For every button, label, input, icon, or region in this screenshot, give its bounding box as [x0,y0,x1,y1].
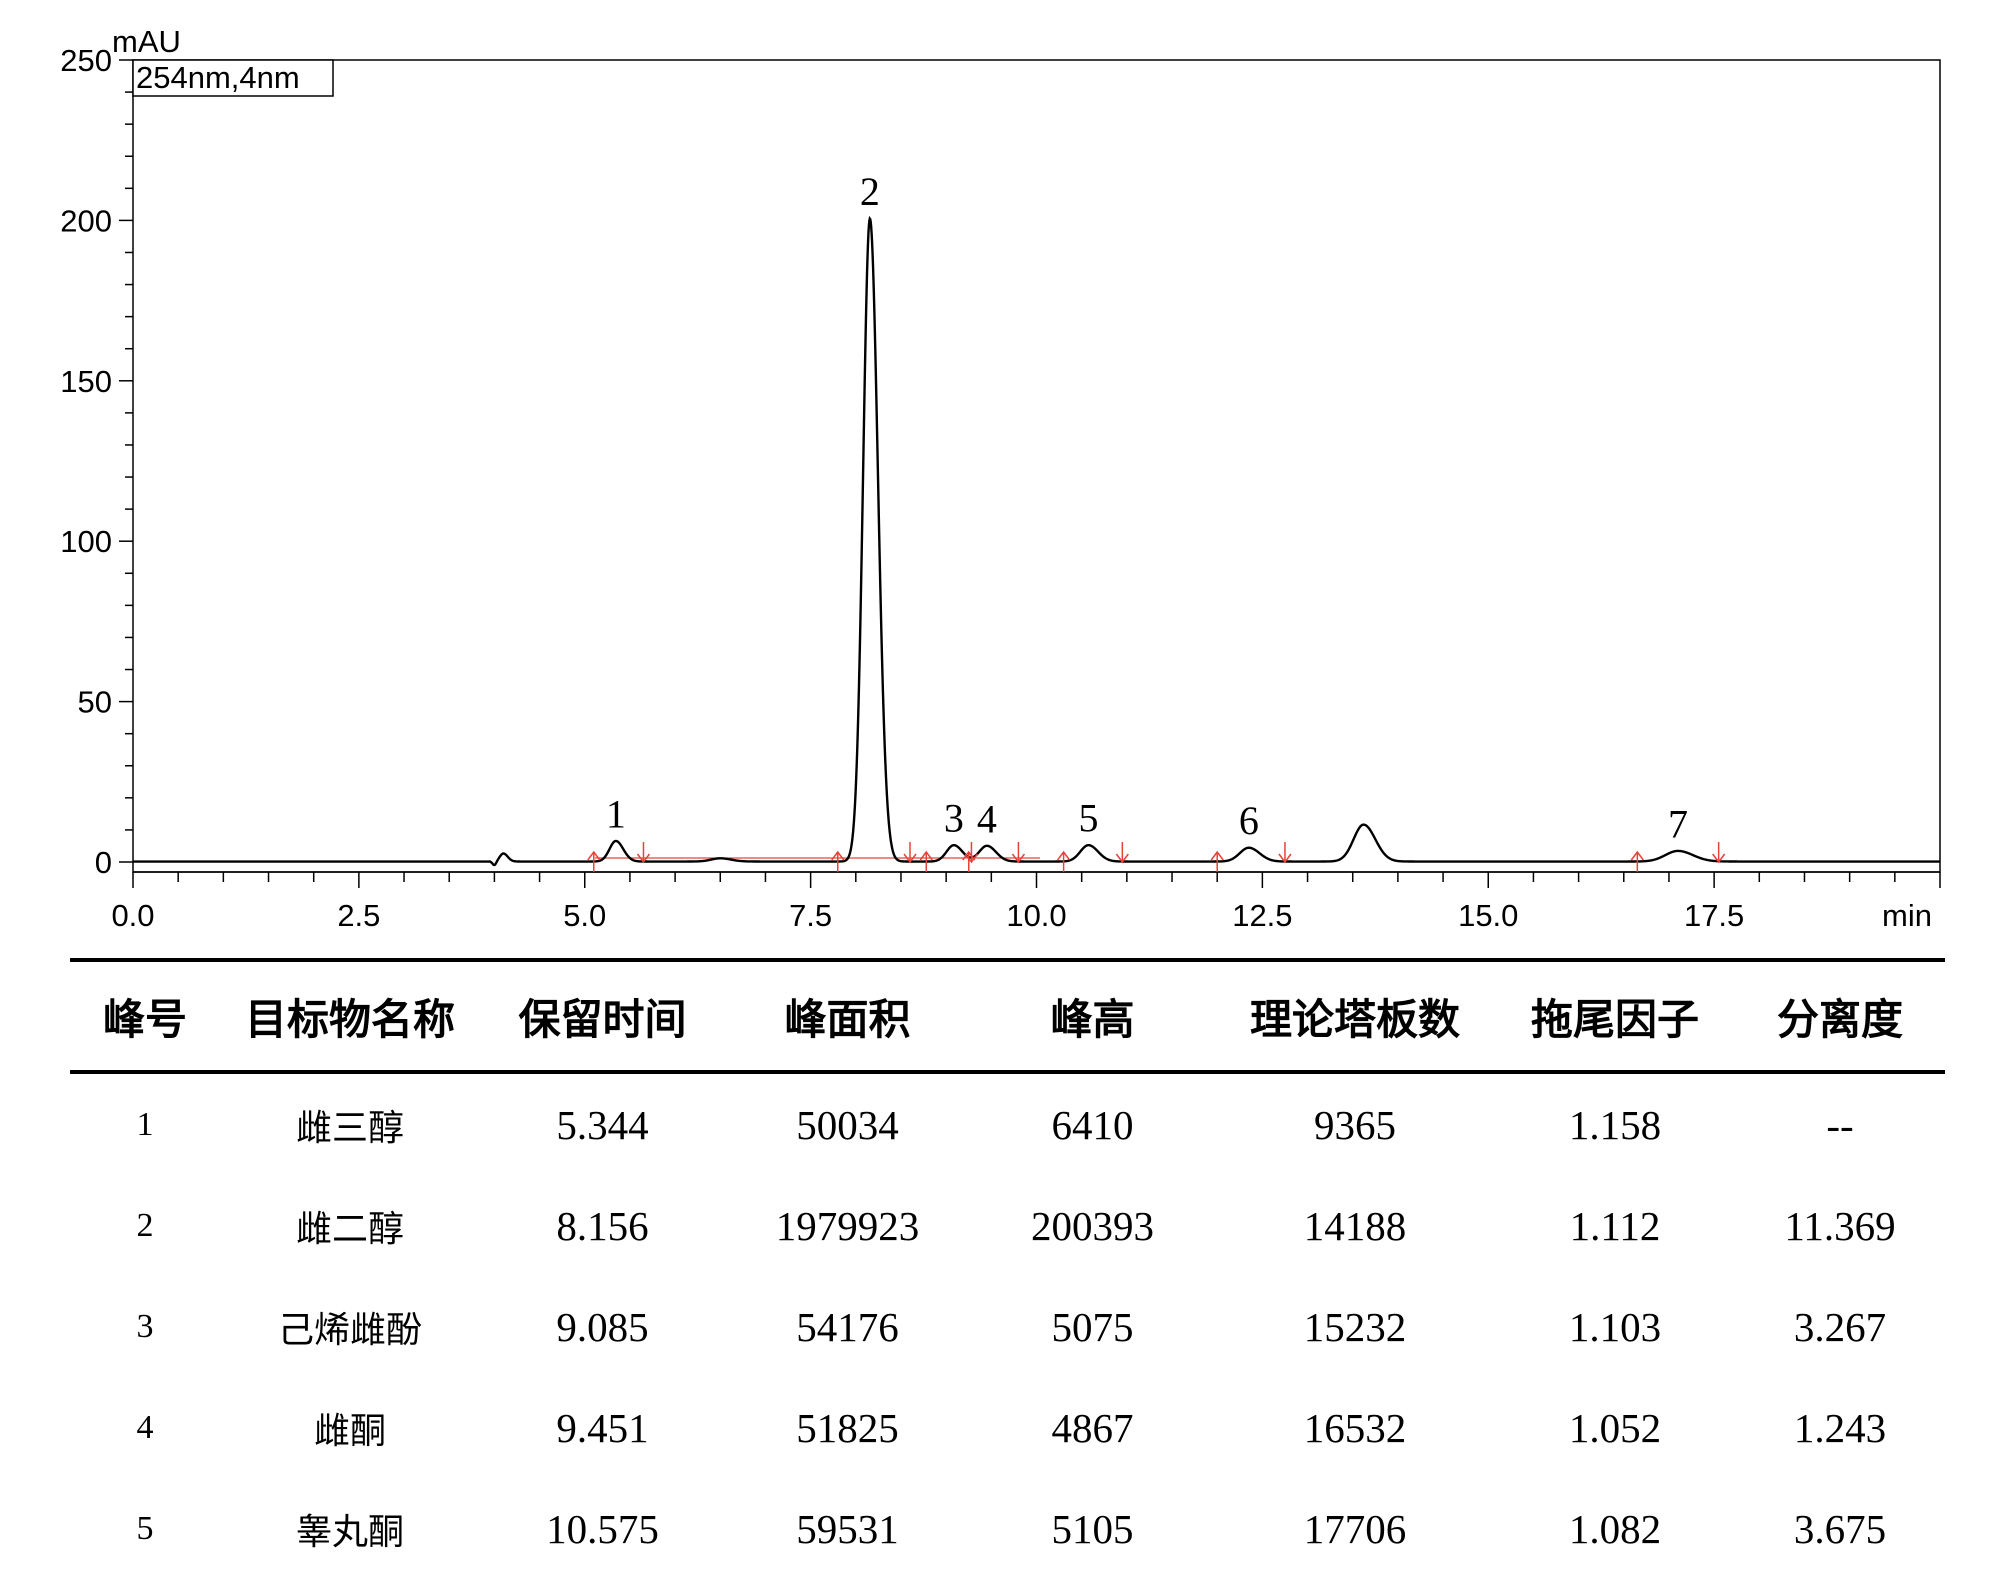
cell-peak-area: 50034 [796,1101,899,1148]
cell-peak-no: 5 [136,1509,154,1547]
header-theoretical-plates: 理论塔板数 [1215,958,1495,1074]
header-compound-name: 目标物名称 [220,958,480,1074]
x-tick-label: 5.0 [563,898,606,933]
chromatogram-chart: 0 50 100 150 200 250 0.0 2.5 5.0 7.5 10.0 12.5 15.0… [60,24,1941,933]
header-resolution: 分离度 [1735,958,1945,1074]
cell-tailing-factor: 1.158 [1568,1101,1662,1148]
cell-tailing-factor: 1.103 [1568,1303,1662,1350]
header-peak-height: 峰高 [970,958,1215,1074]
peak-label: 6 [1239,798,1259,843]
cell-theoretical-plates: 17706 [1303,1505,1407,1552]
integration-end-marker [1278,842,1292,864]
integration-end-marker [964,842,979,864]
cell-peak-no: 2 [136,1206,154,1244]
y-tick-label: 150 [60,364,112,399]
cell-theoretical-plates: 14188 [1303,1202,1407,1249]
table-row: 5 睾丸酮 10.575 59531 5105 17706 1.082 3.67… [70,1478,1945,1579]
y-tick-label: 50 [78,685,112,720]
cell-peak-no: 4 [136,1408,154,1446]
integration-end-marker [1115,842,1129,864]
cell-peak-no: 1 [136,1105,154,1143]
table-row: 4 雌酮 9.451 51825 4867 16532 1.052 1.243 [70,1377,1945,1478]
cell-compound-name: 雌酮 [313,1410,386,1452]
table-header-row: 峰号 目标物名称 保留时间 峰面积 峰高 理论塔板数 拖尾因子 分离度 [70,958,1945,1074]
cell-theoretical-plates: 16532 [1303,1404,1407,1451]
integration-end-marker [636,842,651,864]
table-row: 3 己烯雌酚 9.085 54176 5075 15232 1.103 3.26… [70,1276,1945,1377]
cell-compound-name: 己烯雌酚 [277,1309,422,1351]
x-axis-unit: min [1882,898,1932,933]
cell-peak-no: 3 [136,1307,154,1345]
cell-retention-time: 9.085 [556,1303,649,1350]
y-tick-label: 100 [60,524,112,559]
cell-resolution: 1.243 [1793,1404,1887,1451]
y-axis-unit: mAU [112,24,181,59]
x-tick-label: 10.0 [1006,898,1066,933]
cell-tailing-factor: 1.112 [1569,1202,1661,1249]
peak-label: 7 [1668,801,1688,846]
cell-retention-time: 10.575 [546,1505,659,1552]
integration-end-marker [1712,842,1726,864]
x-tick-label: 0.0 [111,898,154,933]
cell-theoretical-plates: 9365 [1314,1101,1396,1148]
header-peak-area: 峰面积 [725,958,970,1074]
x-tick-label: 12.5 [1232,898,1292,933]
cell-tailing-factor: 1.082 [1568,1505,1662,1552]
cell-peak-area: 51825 [796,1404,899,1451]
cell-peak-area: 54176 [796,1303,899,1350]
x-axis: 0.0 2.5 5.0 7.5 10.0 12.5 15.0 17.5 [111,871,1941,933]
header-peak-no: 峰号 [70,958,220,1074]
cell-peak-height: 200393 [1031,1202,1154,1249]
y-tick-label: 200 [60,203,112,238]
x-tick-label: 15.0 [1458,898,1518,933]
cell-peak-height: 4867 [1051,1404,1134,1451]
cell-resolution: 3.675 [1793,1505,1887,1552]
y-axis: 0 50 100 150 200 250 [60,43,133,880]
integration-end-marker [903,842,917,864]
header-tailing-factor: 拖尾因子 [1495,958,1735,1074]
results-table: 峰号 目标物名称 保留时间 峰面积 峰高 理论塔板数 拖尾因子 分离度 1 雌三… [70,958,1945,1579]
x-tick-label: 2.5 [337,898,380,933]
cell-resolution: -- [1826,1101,1854,1148]
cell-compound-name: 睾丸酮 [295,1511,404,1553]
cell-resolution: 11.369 [1784,1202,1896,1249]
cell-compound-name: 雌二醇 [295,1208,404,1250]
header-retention-time: 保留时间 [480,958,725,1074]
cell-compound-name: 雌三醇 [295,1107,404,1149]
table-row: 1 雌三醇 5.344 50034 6410 9365 1.158 -- [70,1072,1945,1175]
plot-frame [132,59,1941,873]
cell-retention-time: 5.344 [556,1101,649,1148]
peak-label: 2 [860,169,880,214]
peak-labels: 1 2 3 4 5 6 7 [606,169,1688,846]
peak-label: 1 [606,791,626,836]
peak-label: 4 [977,796,997,841]
y-tick-label: 0 [95,845,112,880]
cell-peak-area: 1979923 [775,1202,920,1249]
cell-retention-time: 9.451 [556,1404,649,1451]
cell-peak-height: 5075 [1051,1303,1134,1350]
cell-tailing-factor: 1.052 [1568,1404,1662,1451]
x-tick-label: 7.5 [789,898,832,933]
table-row: 2 雌二醇 8.156 1979923 200393 14188 1.112 1… [70,1175,1945,1276]
cell-peak-height: 5105 [1051,1505,1134,1552]
chromatogram-trace [133,215,1940,867]
integration-markers [587,842,1726,872]
y-tick-label: 250 [60,43,112,78]
cell-peak-height: 6410 [1051,1101,1134,1148]
peak-label: 5 [1078,796,1098,841]
peak-label: 3 [944,796,964,841]
cell-retention-time: 8.156 [556,1202,649,1249]
integration-end-marker [1011,842,1026,864]
x-tick-label: 17.5 [1684,898,1744,933]
cell-resolution: 3.267 [1793,1303,1887,1350]
results-table-area: 峰号 目标物名称 保留时间 峰面积 峰高 理论塔板数 拖尾因子 分离度 1 雌三… [70,958,1945,1579]
legend-label: 254nm,4nm [136,60,300,95]
cell-theoretical-plates: 15232 [1303,1303,1407,1350]
cell-peak-area: 59531 [796,1505,899,1552]
